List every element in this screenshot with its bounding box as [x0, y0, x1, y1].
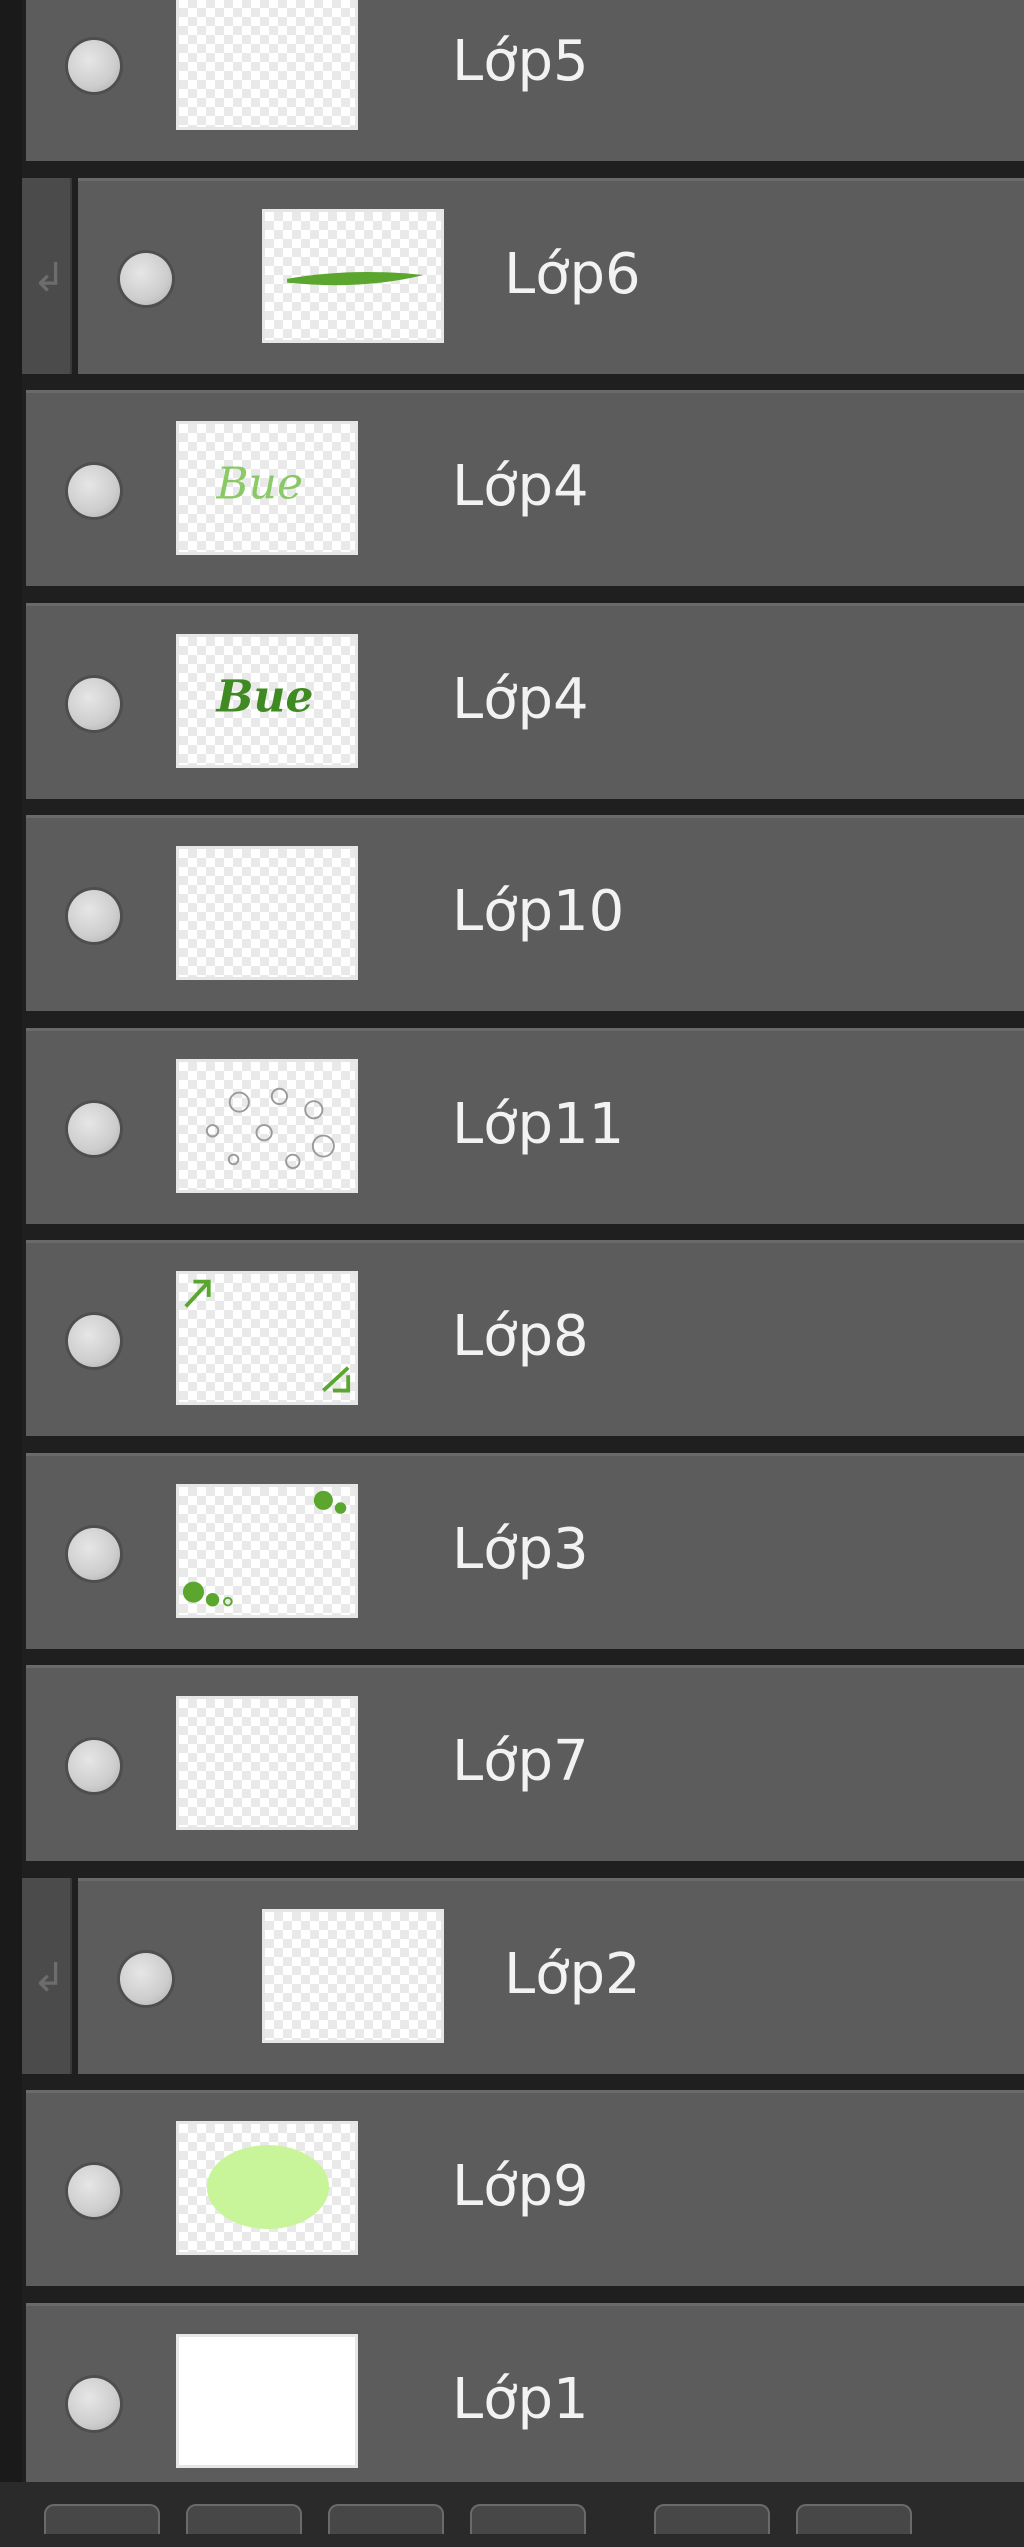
- layer-name: Lớp6: [504, 242, 641, 307]
- eye-dot-icon[interactable]: [68, 678, 120, 730]
- clipping-arrow-icon: ↲: [32, 1955, 66, 2001]
- layer-thumbnail: [176, 1059, 358, 1193]
- toolbar-button[interactable]: [796, 2504, 912, 2534]
- eye-dot-icon[interactable]: [68, 2165, 120, 2217]
- layer-row[interactable]: Lớp6: [78, 178, 1024, 374]
- toolbar-button[interactable]: [328, 2504, 444, 2534]
- layer-thumbnail: [176, 1271, 358, 1405]
- toolbar-button[interactable]: [654, 2504, 770, 2534]
- layer-thumbnail: [176, 2121, 358, 2255]
- layer-name: Lớp5: [452, 29, 589, 94]
- layer-name: Lớp1: [452, 2367, 589, 2432]
- layer-thumbnail: [176, 2334, 358, 2468]
- layer-name: Lớp4: [452, 667, 589, 732]
- layer-name: Lớp3: [452, 1517, 589, 1582]
- toolbar-button[interactable]: [470, 2504, 586, 2534]
- eye-dot-icon[interactable]: [120, 1953, 172, 2005]
- layer-row[interactable]: Lớp11: [26, 1028, 1024, 1224]
- layer-row[interactable]: Lớp3: [26, 1453, 1024, 1649]
- layer-thumbnail: [176, 0, 358, 130]
- eye-dot-icon[interactable]: [68, 40, 120, 92]
- layer-thumbnail: [262, 209, 444, 343]
- clipping-marker: ↲: [22, 1878, 72, 2074]
- layer-row[interactable]: Lớp10: [26, 815, 1024, 1011]
- layer-name: Lớp10: [452, 879, 625, 944]
- layer-row[interactable]: Lớp1: [26, 2303, 1024, 2499]
- layer-row[interactable]: Bue Lớp4: [26, 603, 1024, 799]
- svg-text:Bue: Bue: [214, 672, 313, 723]
- layer-row[interactable]: Bue Lớp4: [26, 390, 1024, 586]
- layer-name: Lớp2: [504, 1942, 641, 2007]
- layer-thumbnail: [176, 1484, 358, 1618]
- eye-dot-icon[interactable]: [120, 253, 172, 305]
- layer-row[interactable]: Lớp9: [26, 2090, 1024, 2286]
- layer-toolbar: [0, 2482, 1024, 2547]
- layer-name: Lớp4: [452, 454, 589, 519]
- eye-dot-icon[interactable]: [68, 2378, 120, 2430]
- layer-thumbnail: Bue: [176, 421, 358, 555]
- layer-thumbnail: Bue: [176, 634, 358, 768]
- layer-row[interactable]: Lớp8: [26, 1240, 1024, 1436]
- toolbar-button[interactable]: [186, 2504, 302, 2534]
- layer-name: Lớp11: [452, 1092, 625, 1157]
- layer-thumbnail: [262, 1909, 444, 2043]
- svg-text:Bue: Bue: [215, 459, 303, 510]
- layer-name: Lớp9: [452, 2154, 589, 2219]
- eye-dot-icon[interactable]: [68, 1740, 120, 1792]
- panel-left-edge: [0, 0, 22, 2547]
- clipping-marker: ↲: [22, 178, 72, 374]
- layer-name: Lớp8: [452, 1304, 589, 1369]
- layer-row[interactable]: Lớp5: [26, 0, 1024, 161]
- eye-dot-icon[interactable]: [68, 1315, 120, 1367]
- eye-dot-icon[interactable]: [68, 1103, 120, 1155]
- eye-dot-icon[interactable]: [68, 465, 120, 517]
- layer-row[interactable]: Lớp7: [26, 1665, 1024, 1861]
- layer-thumbnail: [176, 846, 358, 980]
- layers-panel: Lớp5 ↲ Lớp6 Bue Lớp4 Bue Lớp4 Lớp10 Lớp11 Lớp8 Lớp…: [0, 0, 1024, 2547]
- layer-row[interactable]: Lớp2: [78, 1878, 1024, 2074]
- eye-dot-icon[interactable]: [68, 1528, 120, 1580]
- layer-name: Lớp7: [452, 1729, 589, 1794]
- eye-dot-icon[interactable]: [68, 890, 120, 942]
- toolbar-button[interactable]: [44, 2504, 160, 2534]
- layer-thumbnail: [176, 1696, 358, 1830]
- clipping-arrow-icon: ↲: [32, 255, 66, 301]
